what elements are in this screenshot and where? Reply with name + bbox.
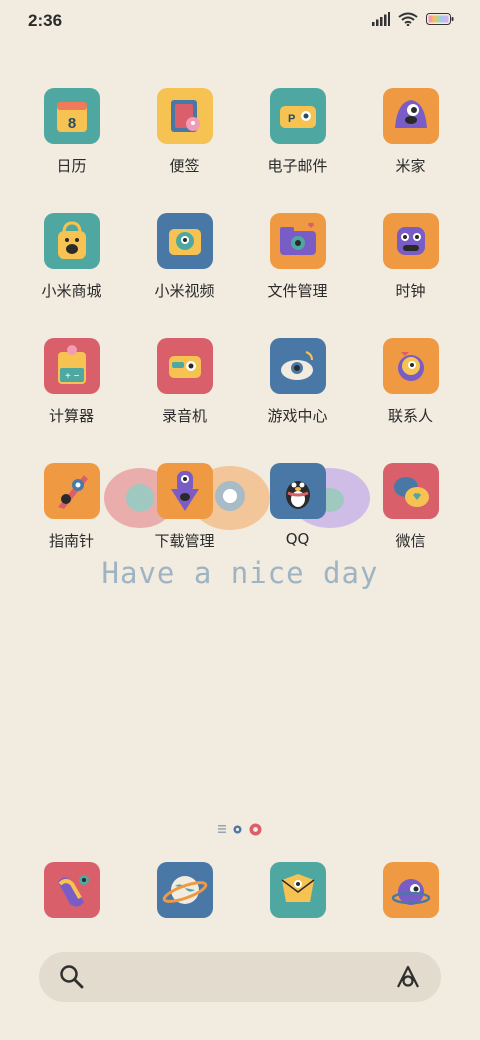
app-clock[interactable]: 时钟: [354, 213, 467, 301]
wifi-icon: [398, 12, 418, 26]
email-icon: P: [269, 88, 326, 144]
page-dot-list-icon: [218, 825, 226, 833]
app-label: 下载管理: [154, 532, 215, 550]
app-calendar[interactable]: 8 日历: [15, 88, 128, 176]
mi-video-icon: [156, 213, 213, 269]
app-label: 文件管理: [267, 282, 328, 300]
status-icons: [372, 12, 454, 26]
dock-phone[interactable]: [15, 862, 128, 918]
app-label: 小米视频: [154, 282, 215, 300]
app-label: 录音机: [161, 407, 207, 425]
page-indicator[interactable]: [0, 822, 480, 836]
app-label: 电子邮件: [267, 157, 328, 175]
app-label: 计算器: [48, 407, 94, 425]
dock-messages[interactable]: [241, 862, 354, 918]
svg-text:8: 8: [67, 115, 75, 132]
app-mi-store[interactable]: 小米商城: [15, 213, 128, 301]
app-wechat[interactable]: 微信: [354, 463, 467, 551]
download-manager-icon: [156, 463, 213, 519]
app-notes[interactable]: 便签: [128, 88, 241, 176]
mijia-icon: [382, 88, 439, 144]
app-email[interactable]: P 电子邮件: [241, 88, 354, 176]
app-label: QQ: [285, 530, 310, 548]
signal-icon: [372, 12, 390, 26]
app-contacts[interactable]: 联系人: [354, 338, 467, 426]
app-qq[interactable]: QQ: [241, 463, 354, 548]
contacts-icon: [382, 338, 439, 394]
app-label: 时钟: [395, 282, 426, 300]
dock-camera[interactable]: [354, 862, 467, 918]
calendar-icon: 8: [43, 88, 100, 144]
assistant-icon[interactable]: [395, 964, 421, 990]
phone-icon: [43, 862, 100, 918]
app-label: 指南针: [48, 532, 94, 550]
camera-icon: [382, 862, 439, 918]
app-label: 日历: [56, 157, 87, 175]
status-time: 2:36: [28, 11, 63, 30]
qq-icon: [269, 463, 326, 519]
app-label: 微信: [395, 532, 426, 550]
compass-icon: [43, 463, 100, 519]
app-label: 游戏中心: [267, 407, 328, 425]
app-game-center[interactable]: 游戏中心: [241, 338, 354, 426]
app-file-manager[interactable]: 文件管理: [241, 213, 354, 301]
dock-browser[interactable]: [128, 862, 241, 918]
app-mijia[interactable]: 米家: [354, 88, 467, 176]
wechat-icon: [382, 463, 439, 519]
app-compass[interactable]: 指南针: [15, 463, 128, 551]
page-dot-active-icon: [249, 823, 262, 835]
status-bar: 2:36: [0, 0, 480, 42]
search-icon[interactable]: [59, 964, 85, 990]
calculator-icon: + −: [43, 338, 100, 394]
wallpaper-text: Have a nice day: [101, 556, 379, 590]
messages-icon: [269, 862, 326, 918]
mi-store-icon: [43, 213, 100, 269]
search-bar[interactable]: [39, 952, 441, 1002]
svg-text:+ −: + −: [65, 371, 80, 382]
recorder-icon: [156, 338, 213, 394]
file-manager-icon: [269, 213, 326, 269]
app-calculator[interactable]: + − 计算器: [15, 338, 128, 426]
app-recorder[interactable]: 录音机: [128, 338, 241, 426]
svg-text:P: P: [288, 113, 295, 125]
app-mi-video[interactable]: 小米视频: [128, 213, 241, 301]
app-label: 便签: [169, 157, 200, 175]
app-label: 联系人: [387, 407, 433, 425]
clock-icon: [382, 213, 439, 269]
app-label: 小米商城: [41, 282, 102, 300]
notes-icon: [156, 88, 213, 144]
page-dot-icon: [233, 825, 242, 833]
app-download-manager[interactable]: 下载管理: [128, 463, 241, 551]
dock: [0, 862, 480, 922]
battery-icon: [426, 13, 454, 25]
app-label: 米家: [395, 157, 426, 175]
browser-icon: [156, 862, 213, 918]
game-center-icon: [269, 338, 326, 394]
